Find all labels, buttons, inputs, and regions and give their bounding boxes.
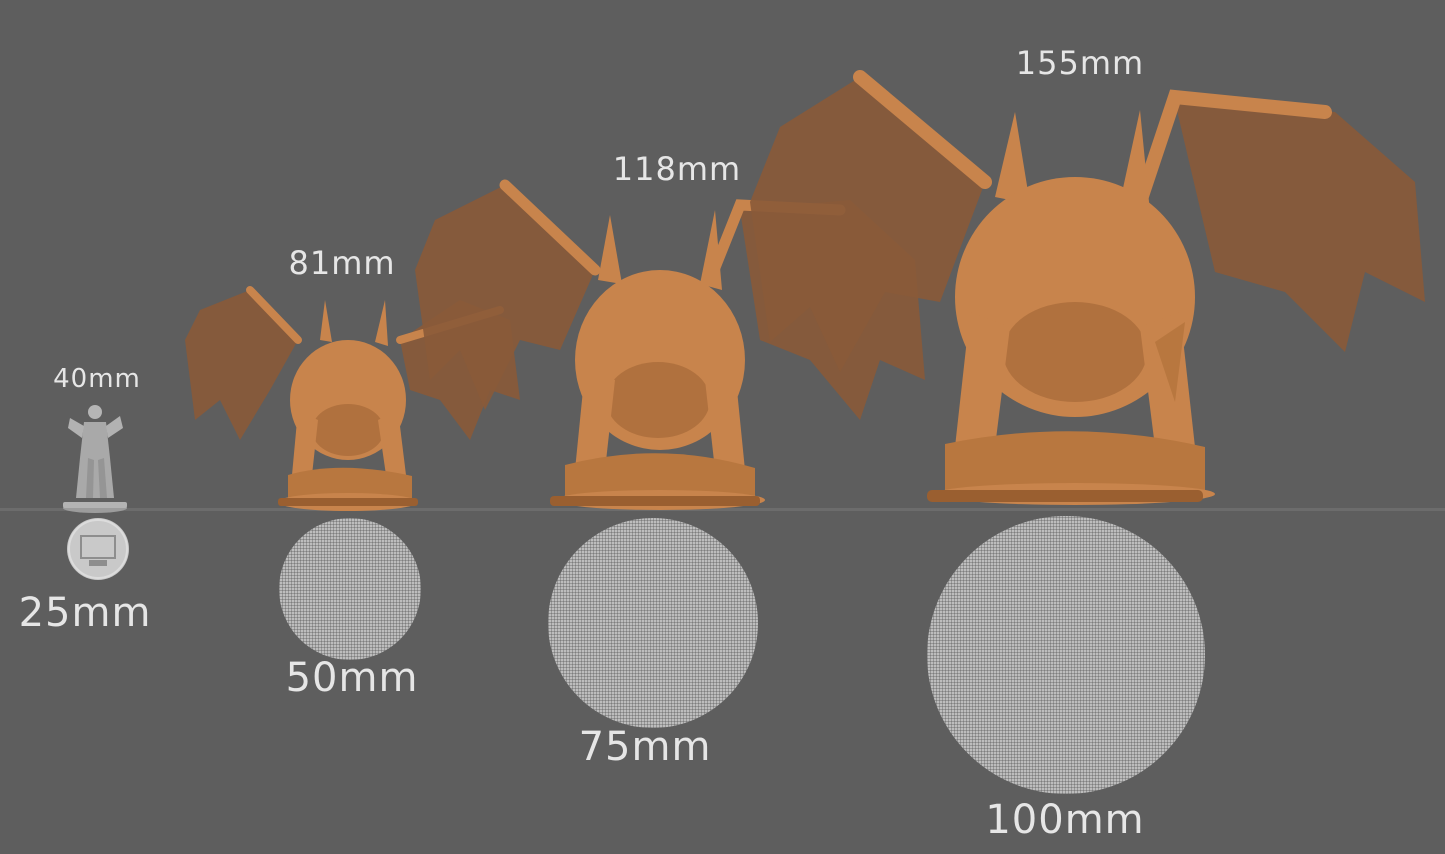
base-disc-25mm bbox=[67, 518, 129, 580]
base-label-25mm: 25mm bbox=[18, 590, 152, 636]
height-label-40mm: 40mm bbox=[53, 364, 141, 394]
base-disc-75mm bbox=[548, 518, 758, 728]
base-disc-50mm bbox=[279, 518, 421, 660]
size-comparison-scene: 40mm 25mm 81mm 50mm 118mm 75mm 155mm 100… bbox=[0, 0, 1445, 854]
base-disc-100mm bbox=[927, 516, 1205, 794]
base-label-50mm: 50mm bbox=[285, 655, 419, 701]
base-label-75mm: 75mm bbox=[578, 724, 712, 770]
logo-stamp bbox=[68, 519, 128, 579]
human-reference-miniature bbox=[60, 398, 130, 513]
base-label-100mm: 100mm bbox=[985, 797, 1145, 843]
height-label-81mm: 81mm bbox=[288, 244, 396, 282]
dragon-miniature-large bbox=[745, 70, 1435, 512]
